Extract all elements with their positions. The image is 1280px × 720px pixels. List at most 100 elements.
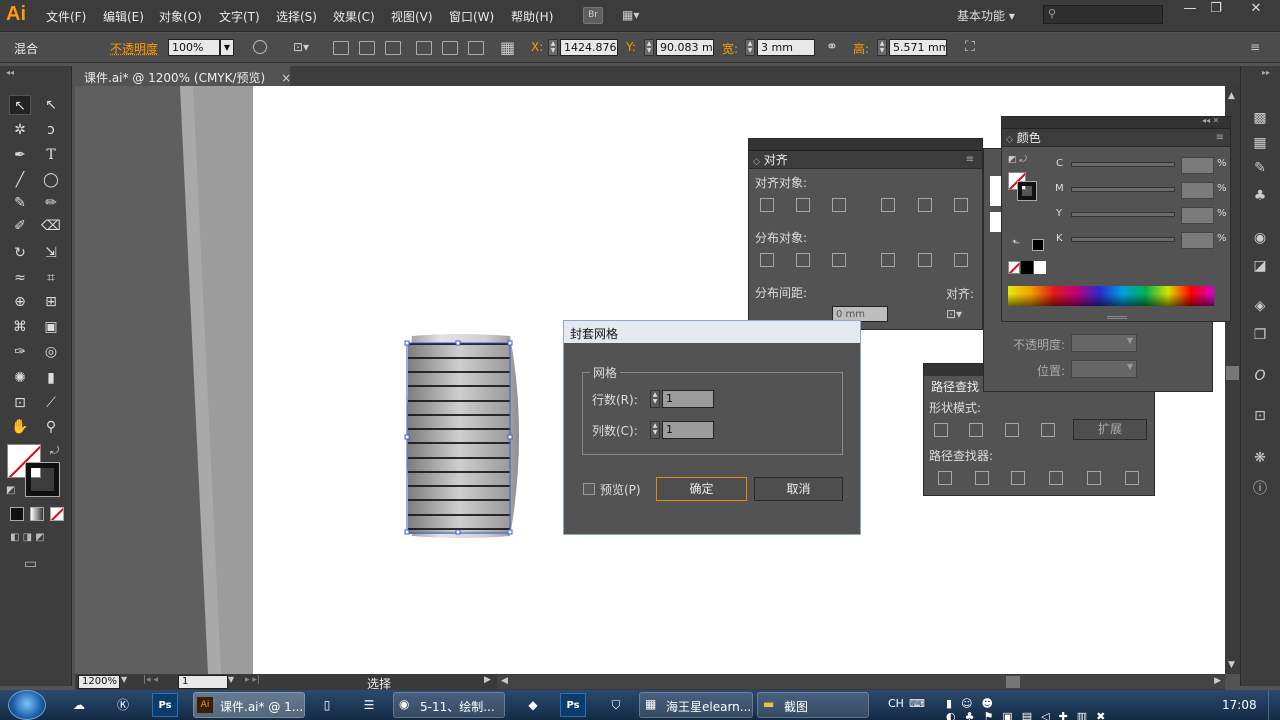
out-of-gamut-icon[interactable]: ⬑ <box>1012 238 1020 249</box>
tray-icons[interactable]: ▮☺☻◐♣⚑▣▤◁✚▥✖ <box>946 697 1146 720</box>
pen-tool-icon[interactable]: ✒ <box>9 145 31 165</box>
slice-tool-icon[interactable]: ⟋ <box>40 393 62 413</box>
opacity-select[interactable]: ▼ <box>1071 334 1137 352</box>
menu-file[interactable]: 文件(F) <box>46 8 86 25</box>
dist-left-icon[interactable] <box>881 253 895 267</box>
align-right-icon[interactable] <box>832 198 846 212</box>
paintbrush-tool-icon[interactable]: ✎ <box>9 193 31 213</box>
transform-panel-icon[interactable]: ⊡ <box>1250 408 1270 428</box>
zoom-tool-icon[interactable]: ⚲ <box>40 417 62 437</box>
links-icon[interactable]: ❋ <box>1250 450 1270 470</box>
magic-wand-tool-icon[interactable]: ✲ <box>9 120 31 140</box>
draw-mode-icons[interactable]: ◧ ◨ ◩ <box>10 532 64 546</box>
minimize-button[interactable]: — <box>1177 2 1203 16</box>
cols-input[interactable]: 1 <box>662 421 714 439</box>
dist-bottom-icon[interactable] <box>832 253 846 267</box>
slider-k[interactable] <box>1071 237 1175 242</box>
value-m[interactable] <box>1181 182 1214 199</box>
menu-window[interactable]: 窗口(W) <box>449 8 494 25</box>
close-button[interactable]: ✕ <box>1243 2 1269 16</box>
close-tab-icon[interactable]: × <box>281 71 291 85</box>
type-tool-icon[interactable]: T <box>40 145 62 165</box>
y-field[interactable]: 90.083 mm <box>656 39 714 56</box>
exclude-icon[interactable] <box>1041 423 1055 437</box>
photoshop-icon[interactable]: Ps <box>152 693 178 717</box>
x-stepper[interactable]: ▲ ▼ <box>548 39 558 56</box>
rows-stepper[interactable]: ▲ ▼ <box>650 390 660 408</box>
document-tab[interactable]: 课件.ai* @ 1200% (CMYK/预览) × <box>76 66 291 86</box>
ellipse-tool-icon[interactable]: ◯ <box>40 170 62 190</box>
last-color-swatch[interactable] <box>1032 239 1044 251</box>
line-tool-icon[interactable]: ╱ <box>9 170 31 190</box>
glyphs-icon[interactable]: O <box>1250 368 1270 388</box>
menu-edit[interactable]: 编辑(E) <box>103 8 144 25</box>
outline-icon[interactable] <box>1087 471 1101 485</box>
direct-selection-tool-icon[interactable]: ↖ <box>40 95 62 115</box>
cols-stepper[interactable]: ▲ ▼ <box>650 421 660 439</box>
rows-input[interactable]: 1 <box>662 390 714 408</box>
reference-point-icon[interactable]: ▦ <box>500 38 515 57</box>
transform-icon[interactable]: ⛶ <box>965 39 975 55</box>
gradient-tool-icon[interactable]: ▣ <box>40 317 62 337</box>
scale-tool-icon[interactable]: ⇲ <box>40 243 62 263</box>
color-spectrum[interactable] <box>1008 286 1214 306</box>
stroke-swatch[interactable] <box>25 462 60 497</box>
dist-vcenter-icon[interactable] <box>796 253 810 267</box>
color-stroke-swatch[interactable] <box>1017 181 1037 201</box>
clock[interactable]: 17:08 <box>1222 698 1257 712</box>
artboard-nav-next-icon[interactable]: ▸ ▸| <box>245 675 260 685</box>
brushes-icon[interactable]: ✎ <box>1250 160 1270 180</box>
ime-indicator[interactable]: CH <box>888 697 904 710</box>
value-c[interactable] <box>1181 157 1214 174</box>
artboard-nav-prev-icon[interactable]: |◂ ◂ <box>143 675 158 685</box>
slider-m[interactable] <box>1071 187 1175 192</box>
symbol-sprayer-tool-icon[interactable]: ✺ <box>9 368 31 388</box>
ok-button[interactable]: 确定 <box>656 477 747 501</box>
restore-button[interactable]: ❐ <box>1203 2 1229 16</box>
width-stepper[interactable]: ▲ ▼ <box>745 39 755 56</box>
trim-icon[interactable] <box>975 471 989 485</box>
artboards-icon[interactable]: ❐ <box>1250 327 1270 347</box>
shape-builder-tool-icon[interactable]: ⊕ <box>9 292 31 312</box>
layers-icon[interactable]: ◈ <box>1250 298 1270 318</box>
align-right-icon[interactable] <box>385 41 401 55</box>
swap-fill-stroke-icon[interactable]: ⤾ <box>50 444 59 458</box>
blend-tool-icon[interactable]: ◎ <box>40 342 62 362</box>
align-bottom-icon[interactable] <box>468 41 484 55</box>
preview-checkbox[interactable] <box>583 483 595 495</box>
width-tool-icon[interactable]: ≈ <box>9 268 31 288</box>
black-swatch[interactable] <box>1021 261 1033 274</box>
menu-type[interactable]: 文字(T) <box>219 8 260 25</box>
align-hcenter-icon[interactable] <box>359 41 375 55</box>
artboard-dropdown-icon[interactable]: ▼ <box>228 675 234 684</box>
info-icon[interactable]: ⓘ <box>1250 478 1270 498</box>
workspace-switcher[interactable]: 基本功能 ▾ <box>957 7 1015 24</box>
default-colors-icon[interactable]: ◩ <box>6 485 15 496</box>
k-app-icon[interactable]: Ⓚ <box>110 693 136 717</box>
none-mode-icon[interactable] <box>50 507 64 521</box>
menu-help[interactable]: 帮助(H) <box>511 8 553 25</box>
value-y[interactable] <box>1181 207 1214 224</box>
zoom-dropdown-icon[interactable]: ▼ <box>121 675 127 684</box>
pathfinder-title[interactable]: 路径查找 <box>931 378 979 395</box>
menu-view[interactable]: 视图(V) <box>391 8 433 25</box>
opacity-dropdown-icon[interactable]: ▼ <box>220 39 234 56</box>
recolor-icon[interactable] <box>253 40 267 54</box>
align-left-icon[interactable] <box>760 198 774 212</box>
menu-object[interactable]: 对象(O) <box>159 8 202 25</box>
hand-tool-icon[interactable]: ✋ <box>9 417 31 437</box>
perspective-grid-tool-icon[interactable]: ⊞ <box>40 292 62 312</box>
opacity-label[interactable]: 不透明度 <box>110 40 158 57</box>
shield-app-icon[interactable]: ⛉ <box>603 693 629 717</box>
position-select[interactable]: ▼ <box>1071 360 1137 378</box>
divide-icon[interactable] <box>938 471 952 485</box>
dist-top-icon[interactable] <box>760 253 774 267</box>
eraser-tool-icon[interactable]: ⌫ <box>40 216 62 236</box>
y-stepper[interactable]: ▲ ▼ <box>644 39 654 56</box>
align-top-icon[interactable] <box>881 198 895 212</box>
taskbar-screenshot-folder[interactable]: ▬ 截图 <box>757 692 869 718</box>
scroll-thumb[interactable] <box>1226 366 1239 380</box>
opacity-field[interactable]: 100% <box>168 39 220 56</box>
start-button[interactable] <box>8 690 46 720</box>
striped-artwork[interactable] <box>400 330 530 542</box>
